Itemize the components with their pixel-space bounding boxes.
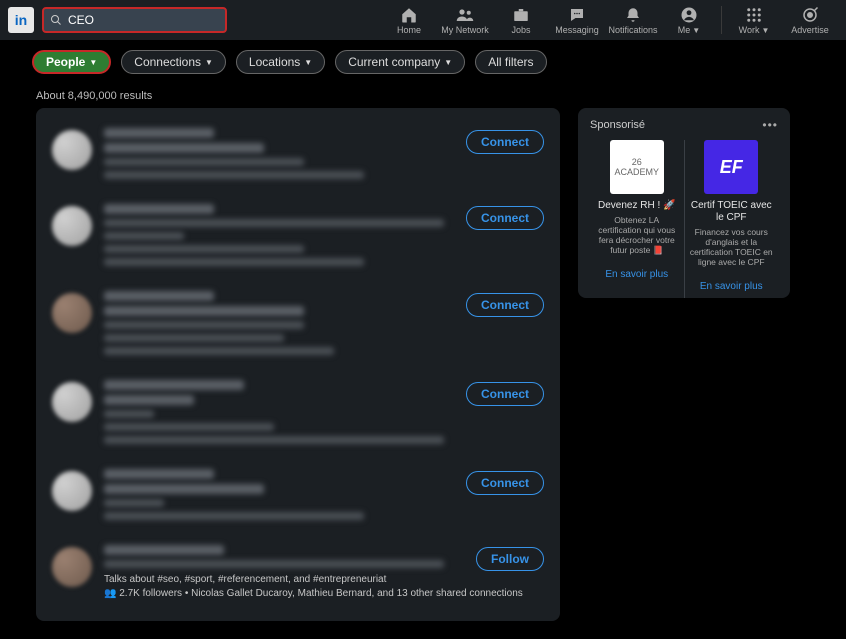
nav-separator	[721, 6, 722, 34]
promo-cta[interactable]: En savoir plus	[605, 263, 668, 286]
avatar[interactable]	[52, 547, 92, 587]
filter-locations[interactable]: Locations▼	[236, 50, 325, 74]
connect-button[interactable]: Connect	[466, 293, 544, 317]
connect-button[interactable]: Connect	[466, 206, 544, 230]
follow-button[interactable]: Follow	[476, 547, 544, 571]
results-list: Connect Connect Connect	[36, 108, 560, 621]
nav-home[interactable]: Home	[381, 0, 437, 40]
sponsored-card: Sponsorisé ••• 26 ACADEMY Devenez RH ! 🚀…	[578, 108, 790, 298]
nav-label: Work▼	[739, 25, 770, 35]
nav-items: Home My Network Jobs Messaging Notificat…	[381, 0, 838, 40]
connect-button[interactable]: Connect	[466, 130, 544, 154]
top-nav: in Home My Network Jobs Messaging Notifi…	[0, 0, 846, 40]
chevron-down-icon: ▼	[304, 58, 312, 67]
avatar[interactable]	[52, 382, 92, 422]
grid-icon	[745, 6, 763, 24]
nav-me[interactable]: Me▼	[661, 0, 717, 40]
promo-cta[interactable]: En savoir plus	[700, 275, 763, 298]
briefcase-icon	[512, 6, 530, 24]
search-result[interactable]: Connect	[36, 118, 560, 194]
nav-work[interactable]: Work▼	[726, 0, 782, 40]
chevron-down-icon: ▼	[205, 58, 213, 67]
avatar-icon	[680, 6, 698, 24]
avatar[interactable]	[52, 471, 92, 511]
search-result[interactable]: Connect	[36, 194, 560, 281]
message-icon	[568, 6, 586, 24]
result-talks: Talks about #seo, #sport, #referencement…	[104, 573, 544, 587]
chevron-down-icon: ▼	[761, 26, 769, 35]
promo-image: EF	[704, 140, 758, 194]
filters-bar: People▼ Connections▼ Locations▼ Current …	[0, 40, 846, 84]
nav-label: Notifications	[608, 25, 657, 35]
results-count: About 8,490,000 results	[0, 84, 846, 108]
promo-desc: Financez vos cours d'anglais et la certi…	[689, 227, 775, 267]
promo-title: Devenez RH ! 🚀	[598, 200, 675, 212]
nav-messaging[interactable]: Messaging	[549, 0, 605, 40]
connect-button[interactable]: Connect	[466, 382, 544, 406]
chevron-down-icon: ▼	[89, 58, 97, 67]
nav-label: My Network	[441, 25, 489, 35]
sponsored-label: Sponsorisé	[590, 119, 645, 131]
people-small-icon: 👥	[104, 588, 119, 599]
linkedin-logo[interactable]: in	[8, 7, 34, 33]
nav-advertise[interactable]: Advertise	[782, 0, 838, 40]
filter-connections[interactable]: Connections▼	[121, 50, 226, 74]
chevron-down-icon: ▼	[692, 26, 700, 35]
result-followers: 👥 2.7K followers • Nicolas Gallet Ducaro…	[104, 587, 544, 601]
promo-title: Certif TOEIC avec le CPF	[689, 200, 775, 224]
search-result[interactable]: Connect	[36, 459, 560, 535]
nav-label: Me▼	[678, 25, 700, 35]
overflow-menu-icon[interactable]: •••	[762, 118, 778, 132]
filter-company[interactable]: Current company▼	[335, 50, 465, 74]
avatar[interactable]	[52, 130, 92, 170]
search-result[interactable]: Talks about #seo, #sport, #referencement…	[36, 535, 560, 611]
nav-jobs[interactable]: Jobs	[493, 0, 549, 40]
filter-all[interactable]: All filters	[475, 50, 546, 74]
promo-image: 26 ACADEMY	[610, 140, 664, 194]
avatar[interactable]	[52, 206, 92, 246]
promo-desc: Obtenez LA certification qui vous fera d…	[594, 215, 680, 255]
people-icon	[456, 6, 474, 24]
chevron-down-icon: ▼	[444, 58, 452, 67]
nav-label: Home	[397, 25, 421, 35]
search-result[interactable]: Connect	[36, 281, 560, 370]
search-input[interactable]	[68, 13, 208, 27]
connect-button[interactable]: Connect	[466, 471, 544, 495]
nav-label: Jobs	[511, 25, 530, 35]
filter-people[interactable]: People▼	[32, 50, 111, 74]
avatar[interactable]	[52, 293, 92, 333]
bell-icon	[624, 6, 642, 24]
nav-network[interactable]: My Network	[437, 0, 493, 40]
promo-slot[interactable]: EF Certif TOEIC avec le CPF Financez vos…	[685, 140, 779, 298]
target-icon	[801, 6, 819, 24]
nav-label: Messaging	[555, 25, 599, 35]
search-icon	[50, 14, 62, 26]
home-icon	[400, 6, 418, 24]
search-result[interactable]: Connect	[36, 370, 560, 459]
search-box[interactable]	[42, 7, 227, 33]
nav-notifications[interactable]: Notifications	[605, 0, 661, 40]
nav-label: Advertise	[791, 25, 829, 35]
promo-slot[interactable]: 26 ACADEMY Devenez RH ! 🚀 Obtenez LA cer…	[590, 140, 685, 298]
